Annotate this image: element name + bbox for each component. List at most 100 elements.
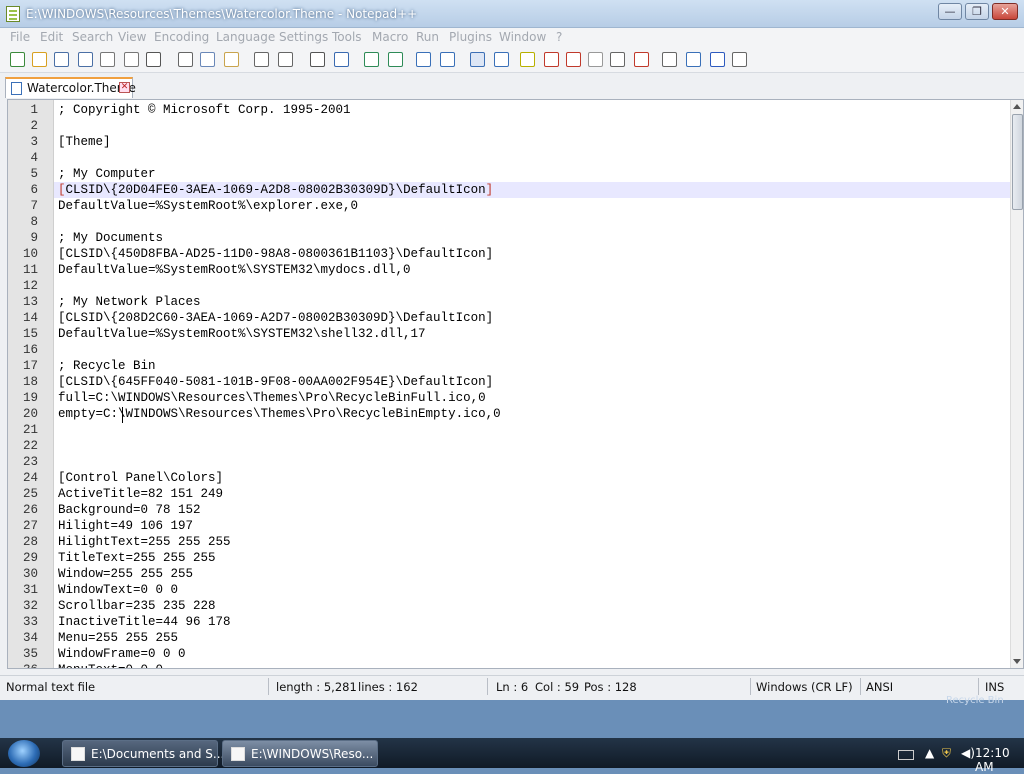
minimize-button[interactable]: — xyxy=(938,3,962,20)
volume-icon[interactable]: ◀) xyxy=(961,746,975,760)
code-line[interactable]: DefaultValue=%SystemRoot%\SYSTEM32\shell… xyxy=(58,326,426,342)
restore-button[interactable]: ❐ xyxy=(965,3,989,20)
code-line[interactable]: WindowText=0 0 0 xyxy=(58,582,178,598)
print-icon[interactable] xyxy=(146,52,161,67)
cut-icon[interactable] xyxy=(178,52,193,67)
code-line[interactable]: [CLSID\{645FF040-5081-101B-9F08-00AA002F… xyxy=(58,374,493,390)
menu-view[interactable]: View xyxy=(118,30,146,44)
save-all-icon[interactable] xyxy=(78,52,93,67)
text-editor[interactable]: 1 2 3 4 5 6 7 8 9 10 11 12 13 14 15 16 17 18 19 20 21 22 23 24 2… xyxy=(7,99,1024,669)
code-line[interactable]: ; My Network Places xyxy=(58,294,201,310)
user-language-icon[interactable] xyxy=(544,52,559,67)
code-line[interactable]: Window=255 255 255 xyxy=(58,566,193,582)
sync-horizontal-icon[interactable] xyxy=(440,52,455,67)
status-col: Col : 59 xyxy=(535,680,580,694)
line-number: 24 xyxy=(22,471,38,485)
scroll-down-icon[interactable] xyxy=(1013,659,1021,664)
find-icon[interactable] xyxy=(310,52,325,67)
taskbar-item-notepadpp[interactable]: E:\WINDOWS\Reso... xyxy=(222,740,378,767)
code-line[interactable]: Menu=255 255 255 xyxy=(58,630,178,646)
tab-close-icon[interactable]: ✕ xyxy=(119,82,130,93)
title-bar[interactable]: E:\WINDOWS\Resources\Themes\Watercolor.T… xyxy=(0,0,1024,28)
keyboard-icon[interactable] xyxy=(898,750,914,760)
menu-search[interactable]: Search xyxy=(72,30,113,44)
new-file-icon[interactable] xyxy=(10,52,25,67)
document-map-icon[interactable] xyxy=(588,52,603,67)
code-line[interactable]: [CLSID\{208D2C60-3AEA-1069-A2D7-08002B30… xyxy=(58,310,493,326)
save-icon[interactable] xyxy=(54,52,69,67)
scroll-up-icon[interactable] xyxy=(1013,104,1021,109)
redo-icon[interactable] xyxy=(278,52,293,67)
menu-run[interactable]: Run xyxy=(416,30,439,44)
code-line[interactable]: ; Copyright © Microsoft Corp. 1995-2001 xyxy=(58,102,351,118)
run-macro-multiple-icon[interactable] xyxy=(710,52,725,67)
stop-macro-icon[interactable] xyxy=(662,52,677,67)
menu-file[interactable]: File xyxy=(10,30,30,44)
code-line[interactable]: ActiveTitle=82 151 249 xyxy=(58,486,223,502)
security-shield-icon[interactable]: ⛨ xyxy=(942,746,951,761)
code-line[interactable]: [CLSID\{20D04FE0-3AEA-1069-A2D8-08002B30… xyxy=(58,182,493,198)
show-all-chars-icon[interactable] xyxy=(494,52,509,67)
code-line[interactable]: HilightText=255 255 255 xyxy=(58,534,231,550)
vertical-scrollbar[interactable] xyxy=(1010,100,1023,668)
scrollbar-thumb[interactable] xyxy=(1012,114,1023,210)
code-line[interactable]: full=C:\WINDOWS\Resources\Themes\Pro\Rec… xyxy=(58,390,486,406)
menu-help[interactable]: ? xyxy=(556,30,562,44)
desktop-recycle-bin-label: Recycle Bin xyxy=(946,695,1004,706)
menu-plugins[interactable]: Plugins xyxy=(449,30,492,44)
line-number: 23 xyxy=(22,455,38,469)
show-hidden-icons-icon[interactable]: ▲ xyxy=(925,746,934,760)
menu-edit[interactable]: Edit xyxy=(40,30,63,44)
code-line[interactable]: Background=0 78 152 xyxy=(58,502,201,518)
code-line[interactable]: MenuText=0 0 0 xyxy=(58,662,163,668)
code-line[interactable]: Scrollbar=235 235 228 xyxy=(58,598,216,614)
menu-settings[interactable]: Settings xyxy=(279,30,328,44)
code-line[interactable]: DefaultValue=%SystemRoot%\SYSTEM32\mydoc… xyxy=(58,262,411,278)
undo-icon[interactable] xyxy=(254,52,269,67)
line-number: 14 xyxy=(22,311,38,325)
code-line[interactable]: [CLSID\{450D8FBA-AD25-11D0-98A8-0800361B… xyxy=(58,246,493,262)
code-line[interactable]: TitleText=255 255 255 xyxy=(58,550,216,566)
code-line[interactable]: [Theme] xyxy=(58,134,111,150)
open-file-icon[interactable] xyxy=(32,52,47,67)
status-lines: lines : 162 xyxy=(358,680,418,694)
zoom-out-icon[interactable] xyxy=(388,52,403,67)
code-line[interactable]: ; My Computer xyxy=(58,166,156,182)
code-line[interactable]: ; Recycle Bin xyxy=(58,358,156,374)
close-button[interactable]: ✕ xyxy=(992,3,1018,20)
sync-vertical-icon[interactable] xyxy=(416,52,431,67)
record-macro-icon[interactable] xyxy=(634,52,649,67)
code-line[interactable]: InactiveTitle=44 96 178 xyxy=(58,614,231,630)
close-all-icon[interactable] xyxy=(124,52,139,67)
taskbar-item-documents[interactable]: E:\Documents and S... xyxy=(62,740,224,767)
save-macro-icon[interactable] xyxy=(732,52,747,67)
play-macro-icon[interactable] xyxy=(686,52,701,67)
code-line[interactable]: ; My Documents xyxy=(58,230,163,246)
code-line[interactable]: WindowFrame=0 0 0 xyxy=(58,646,186,662)
menu-tools[interactable]: Tools xyxy=(332,30,362,44)
code-line[interactable]: [Control Panel\Colors] xyxy=(58,470,223,486)
tab-watercolor-theme[interactable]: Watercolor.Theme ✕ xyxy=(5,77,136,98)
code-line[interactable]: DefaultValue=%SystemRoot%\explorer.exe,0 xyxy=(58,198,358,214)
start-button[interactable] xyxy=(8,740,40,767)
menu-encoding[interactable]: Encoding xyxy=(154,30,209,44)
menu-window[interactable]: Window xyxy=(499,30,546,44)
line-number: 8 xyxy=(30,215,38,229)
line-number: 31 xyxy=(22,583,38,597)
zoom-in-icon[interactable] xyxy=(364,52,379,67)
indent-guide-icon[interactable] xyxy=(520,52,535,67)
line-number: 36 xyxy=(8,662,38,668)
clock[interactable]: 12:10 AM xyxy=(975,746,1024,774)
menu-language[interactable]: Language xyxy=(216,30,275,44)
function-list-icon[interactable] xyxy=(566,52,581,67)
word-wrap-icon[interactable] xyxy=(470,52,485,67)
close-icon[interactable] xyxy=(100,52,115,67)
code-line[interactable]: Hilight=49 106 197 xyxy=(58,518,193,534)
menu-macro[interactable]: Macro xyxy=(372,30,408,44)
paste-icon[interactable] xyxy=(224,52,239,67)
copy-icon[interactable] xyxy=(200,52,215,67)
monitoring-icon[interactable] xyxy=(610,52,625,67)
line-number: 21 xyxy=(22,423,38,437)
code-line[interactable]: empty=C:\WINDOWS\Resources\Themes\Pro\Re… xyxy=(58,406,501,422)
replace-icon[interactable] xyxy=(334,52,349,67)
